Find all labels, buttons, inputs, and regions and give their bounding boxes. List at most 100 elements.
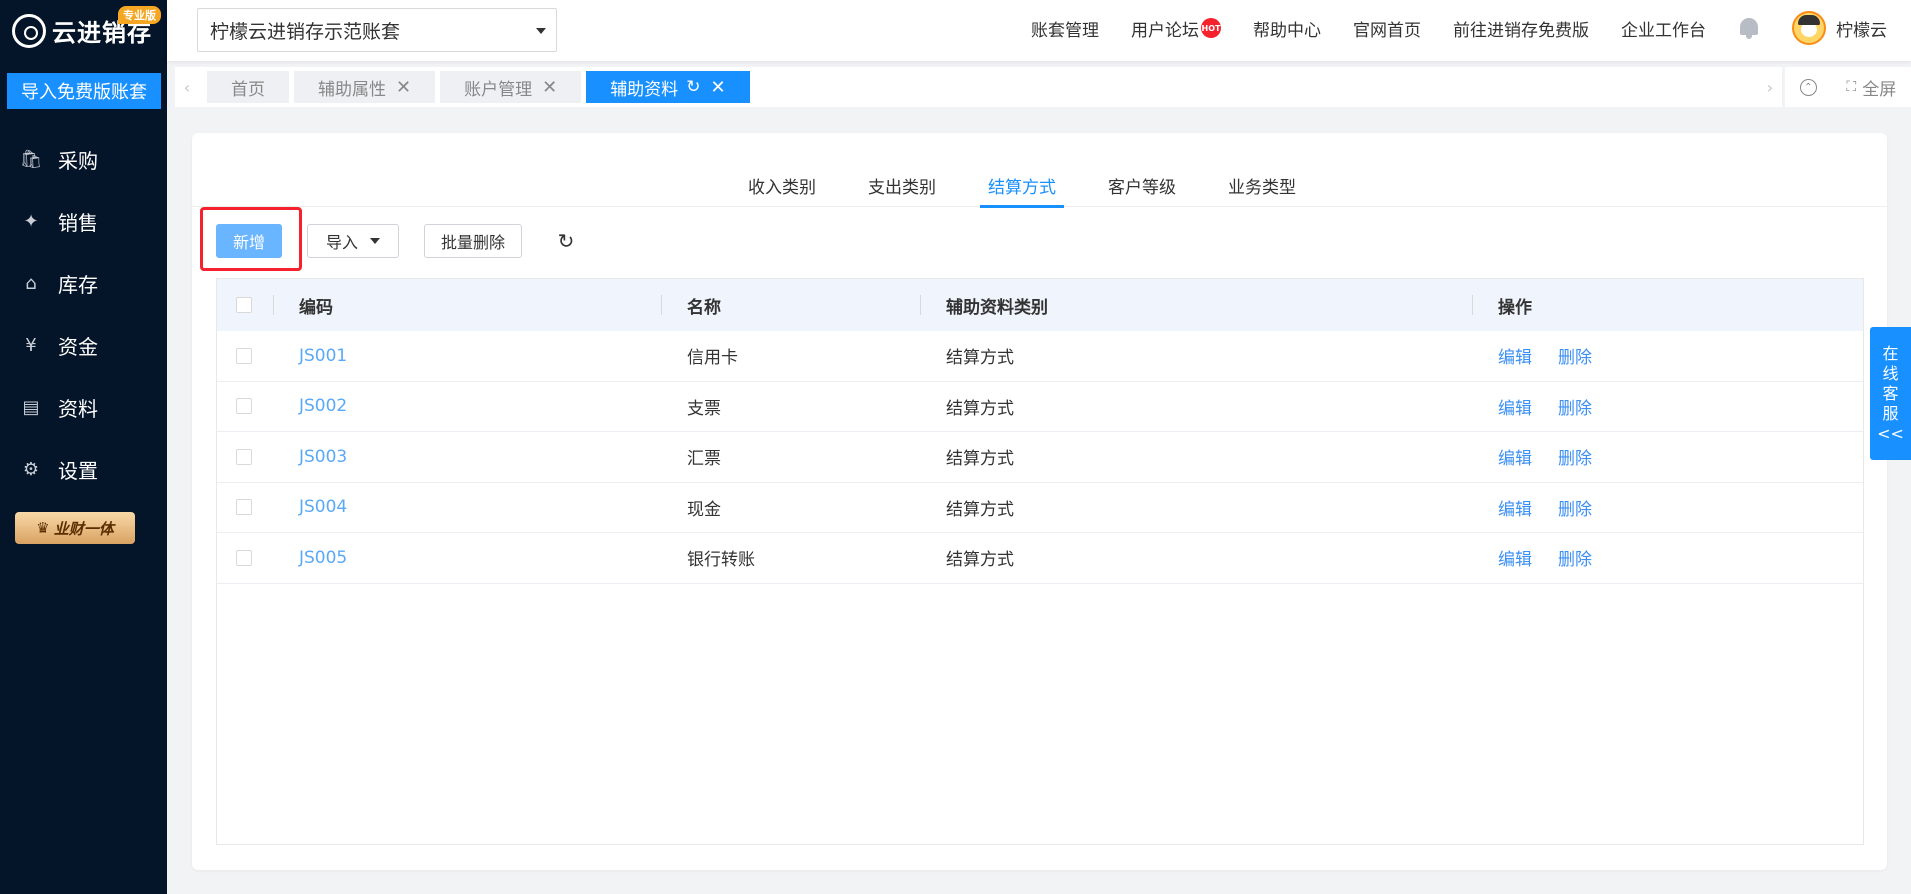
row-code-link[interactable]: JS005 [299, 533, 347, 583]
delete-button[interactable]: 删除 [1558, 343, 1592, 368]
row-code-link[interactable]: JS002 [299, 382, 347, 432]
edit-button[interactable]: 编辑 [1498, 545, 1532, 570]
row-type: 结算方式 [946, 398, 1014, 419]
gear-icon: ⚙ [22, 458, 40, 480]
column-divider [1472, 295, 1473, 315]
row-checkbox[interactable] [236, 448, 252, 465]
batch-delete-button[interactable]: 批量删除 [424, 224, 522, 258]
username[interactable]: 柠檬云 [1836, 16, 1887, 41]
subtab-customer-level[interactable]: 客户等级 [1100, 163, 1184, 207]
link-enterprise-workbench[interactable]: 企业工作台 [1621, 16, 1706, 41]
column-divider [661, 295, 662, 315]
chevron-up-circle-icon: ⌃ [1799, 78, 1817, 96]
row-code-link[interactable]: JS004 [299, 483, 347, 533]
sidebar: 云进销存 专业版 导入免费版账套 🛍 采购 ✦ 销售 ⌂ 库存 ¥ 资金 ▤ 资… [0, 0, 167, 894]
caret-down-icon [536, 28, 546, 34]
avatar[interactable] [1792, 11, 1826, 45]
subtab-settlement-method[interactable]: 结算方式 [980, 163, 1064, 208]
tab-label: 首页 [231, 79, 265, 100]
delete-button[interactable]: 删除 [1558, 495, 1592, 520]
tab-aux-attributes[interactable]: 辅助属性 ✕ [294, 71, 436, 103]
tab-aux-data[interactable]: 辅助资料 ↻ ✕ [586, 71, 750, 103]
sidebar-item-label: 设置 [58, 458, 98, 483]
account-select[interactable]: 柠檬云进销存示范账套 [197, 8, 557, 52]
table-row: JS002 支票 结算方式 编辑 删除 [217, 382, 1863, 432]
close-icon[interactable]: ✕ [542, 77, 557, 98]
edit-button[interactable]: 编辑 [1498, 444, 1532, 469]
tab-account-management[interactable]: 账户管理 ✕ [440, 71, 582, 103]
warehouse-icon: ⌂ [25, 272, 37, 294]
link-user-forum[interactable]: 用户论坛 HOT [1131, 16, 1221, 41]
sidebar-item-inventory[interactable]: ⌂ 库存 [0, 252, 167, 314]
logo[interactable]: 云进销存 专业版 [0, 0, 167, 61]
sales-tag-icon: ✦ [23, 210, 39, 232]
sidebar-item-label: 销售 [58, 210, 98, 235]
row-code-link[interactable]: JS003 [299, 432, 347, 482]
column-divider [273, 295, 274, 315]
delete-button[interactable]: 删除 [1558, 545, 1592, 570]
table-row: JS004 现金 结算方式 编辑 删除 [217, 483, 1863, 533]
tab-home[interactable]: 首页 [207, 71, 289, 103]
link-help-center[interactable]: 帮助中心 [1253, 16, 1321, 41]
import-label: 导入 [325, 233, 358, 252]
double-chevron-left-icon: << [1877, 423, 1904, 443]
sidebar-item-data[interactable]: ▤ 资料 [0, 376, 167, 438]
tabs: 首页 辅助属性 ✕ 账户管理 ✕ 辅助资料 ↻ ✕ [207, 71, 755, 103]
close-icon[interactable]: ✕ [396, 77, 411, 98]
row-checkbox[interactable] [236, 549, 252, 566]
data-table: 编码 名称 辅助资料类别 操作 JS001 信用卡 结算方式 编辑 删除 JS0… [216, 278, 1864, 845]
column-divider [920, 295, 921, 315]
row-checkbox[interactable] [236, 398, 252, 415]
sidebar-item-sales[interactable]: ✦ 销售 [0, 190, 167, 252]
promo-label: 业财一体 [53, 519, 114, 538]
header-ops: 操作 [1498, 297, 1532, 318]
select-all-checkbox[interactable] [236, 297, 252, 313]
service-char: 客 [1882, 383, 1899, 403]
row-name: 现金 [687, 499, 721, 520]
fullscreen-button[interactable]: ⛶ 全屏 [1846, 75, 1896, 100]
promo-banner[interactable]: ♛ 业财一体 [15, 512, 135, 544]
link-user-forum-label: 用户论坛 [1131, 20, 1199, 41]
refresh-icon[interactable]: ↻ [552, 227, 580, 255]
bell-icon[interactable] [1738, 16, 1760, 40]
link-official-site[interactable]: 官网首页 [1353, 16, 1421, 41]
refresh-icon[interactable]: ↻ [686, 77, 700, 97]
add-button[interactable]: 新增 [216, 224, 282, 258]
sidebar-item-purchase[interactable]: 🛍 采购 [0, 128, 167, 190]
top-bar: 柠檬云进销存示范账套 账套管理 用户论坛 HOT 帮助中心 官网首页 前往进销存… [167, 0, 1911, 61]
sidebar-item-label: 库存 [58, 272, 98, 297]
row-checkbox[interactable] [236, 347, 252, 364]
hot-badge-icon: HOT [1201, 18, 1221, 38]
import-free-account-button[interactable]: 导入免费版账套 [7, 73, 161, 109]
edit-button[interactable]: 编辑 [1498, 343, 1532, 368]
row-name: 银行转账 [687, 550, 755, 571]
delete-button[interactable]: 删除 [1558, 444, 1592, 469]
collapse-tool[interactable]: ⌃ [1799, 78, 1817, 96]
import-button[interactable]: 导入 [307, 224, 399, 258]
row-name: 信用卡 [687, 348, 738, 369]
chevron-right-icon[interactable]: › [1758, 67, 1782, 107]
close-icon[interactable]: ✕ [710, 77, 725, 98]
sidebar-item-settings[interactable]: ⚙ 设置 [0, 438, 167, 500]
sidebar-item-funds[interactable]: ¥ 资金 [0, 314, 167, 376]
edit-button[interactable]: 编辑 [1498, 495, 1532, 520]
edit-button[interactable]: 编辑 [1498, 394, 1532, 419]
subtab-income-category[interactable]: 收入类别 [740, 163, 824, 207]
link-free-version[interactable]: 前往进销存免费版 [1453, 16, 1589, 41]
caret-down-icon [370, 238, 380, 244]
row-code-link[interactable]: JS001 [299, 331, 347, 381]
table-row: JS001 信用卡 结算方式 编辑 删除 [217, 331, 1863, 382]
pro-badge: 专业版 [118, 6, 161, 24]
row-checkbox[interactable] [236, 499, 252, 516]
header-type: 辅助资料类别 [946, 297, 1048, 318]
row-type: 结算方式 [946, 348, 1014, 369]
subtab-business-type[interactable]: 业务类型 [1220, 163, 1304, 207]
row-type: 结算方式 [946, 550, 1014, 571]
online-service-button[interactable]: 在 线 客 服 << [1870, 327, 1911, 460]
sidebar-nav: 🛍 采购 ✦ 销售 ⌂ 库存 ¥ 资金 ▤ 资料 ⚙ 设置 [0, 128, 167, 500]
chevron-left-icon[interactable]: ‹ [175, 67, 199, 107]
sidebar-item-label: 资料 [58, 396, 98, 421]
link-account-management[interactable]: 账套管理 [1031, 16, 1099, 41]
delete-button[interactable]: 删除 [1558, 394, 1592, 419]
subtab-expense-category[interactable]: 支出类别 [860, 163, 944, 207]
